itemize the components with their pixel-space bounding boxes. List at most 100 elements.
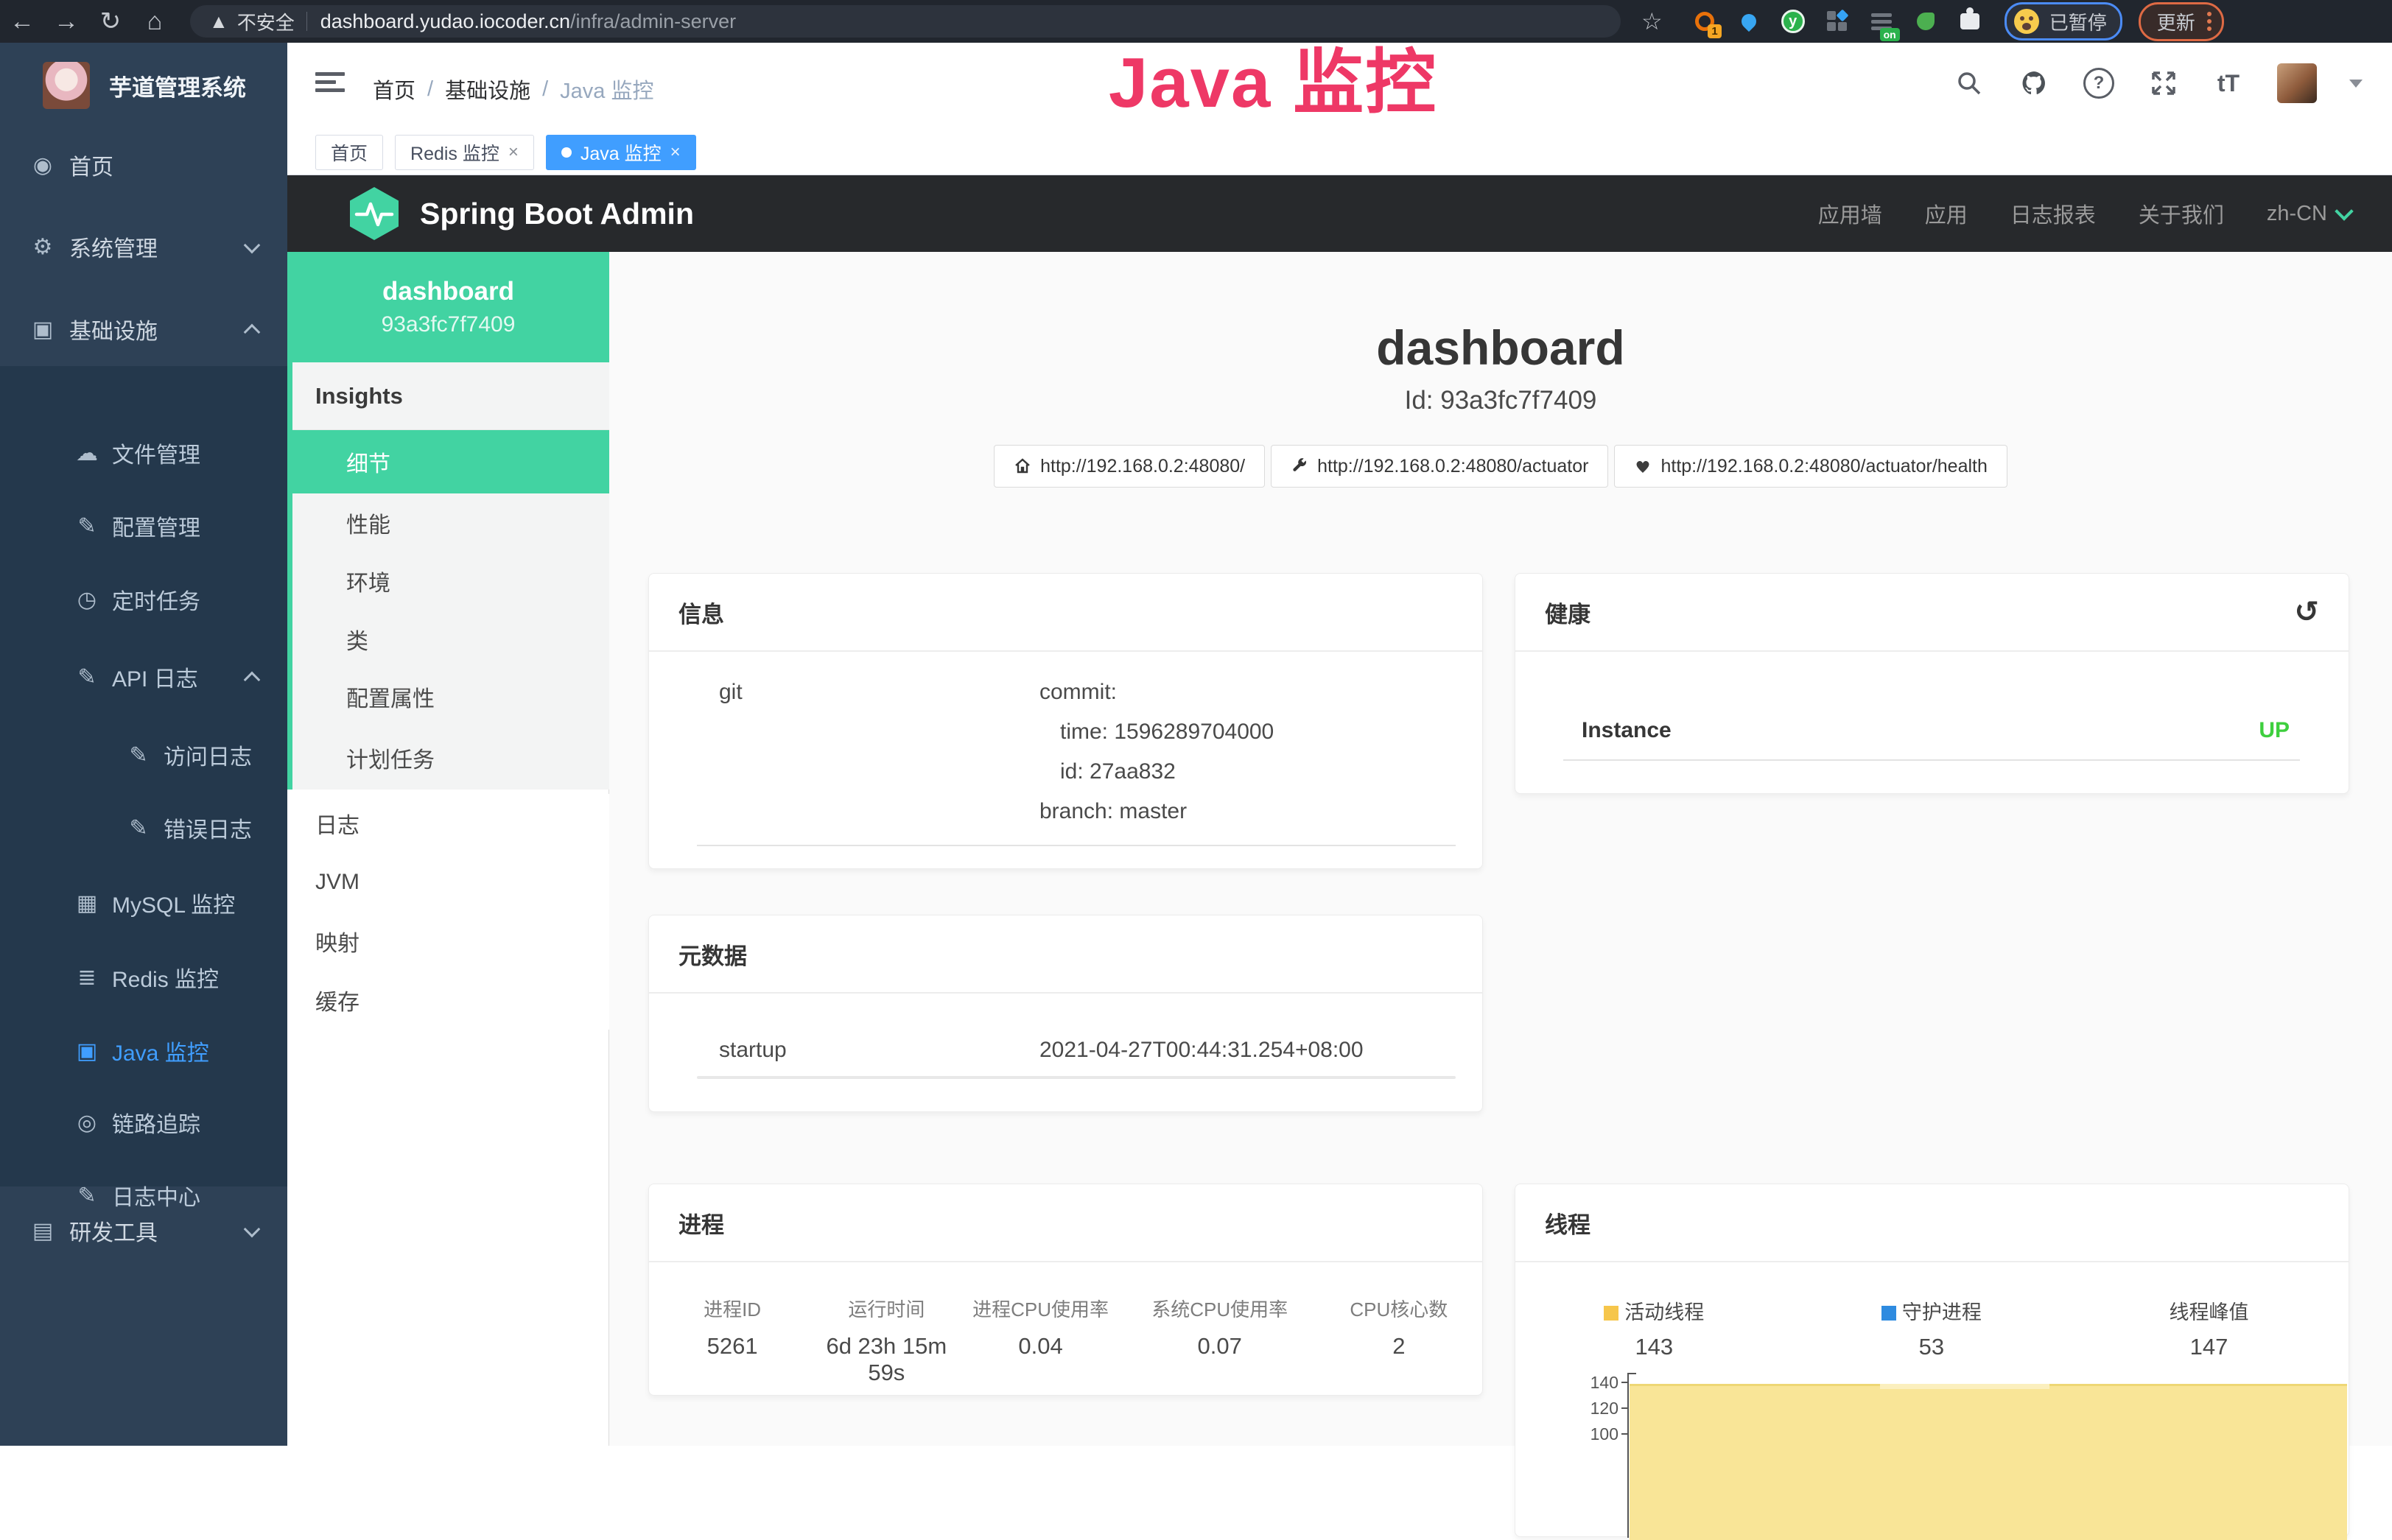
sidebar-item-error-logs[interactable]: ✎ 错误日志 (0, 806, 287, 850)
chevron-up-icon (244, 324, 261, 341)
app-logo[interactable]: 芋道管理系统 (43, 62, 246, 109)
subnav-item-logs[interactable]: 日志 (287, 794, 609, 853)
subnav-item-metrics[interactable]: 性能 (287, 493, 609, 552)
sidebar-item-access-logs[interactable]: ✎ 访问日志 (0, 733, 287, 777)
sba-nav-wallboard[interactable]: 应用墙 (1818, 198, 1882, 229)
sidebar-item-config-mgmt[interactable]: ✎ 配置管理 (0, 504, 287, 548)
chevron-down-icon (244, 237, 261, 254)
fullscreen-icon[interactable] (2147, 67, 2180, 99)
extension-colorzilla-icon[interactable]: 1 (1692, 9, 1717, 34)
breadcrumb-current: Java 监控 (560, 74, 653, 105)
heartbeat-icon (1634, 457, 1652, 475)
extension-switch-icon[interactable]: on (1869, 9, 1894, 34)
service-url-button[interactable]: http://192.168.0.2:48080/ (994, 445, 1265, 488)
subnav-item-environment[interactable]: 环境 (287, 552, 609, 610)
subnav-item-classes[interactable]: 类 (287, 610, 609, 668)
metadata-card-title: 元数据 (678, 938, 747, 971)
subnav-item-mappings[interactable]: 映射 (287, 912, 609, 971)
avatar[interactable] (2277, 63, 2317, 103)
col-cores: CPU核心数 (1316, 1295, 1482, 1322)
extension-green-y-icon[interactable]: y (1781, 9, 1806, 34)
close-icon[interactable]: × (670, 142, 681, 163)
hamburger-icon[interactable] (315, 72, 345, 99)
sidebar-item-file-mgmt[interactable]: ☁ 文件管理 (0, 431, 287, 475)
legend-daemon: 守护进程 (1793, 1296, 2071, 1325)
monitor-icon: ▣ (71, 1038, 103, 1064)
search-icon[interactable] (1953, 67, 1985, 99)
tab-home[interactable]: 首页 (315, 135, 383, 170)
sidebar-item-scheduled-tasks[interactable]: ◷ 定时任务 (0, 577, 287, 622)
url-path: /infra/admin-server (570, 10, 736, 33)
sidebar-item-infra[interactable]: ▣ 基础设施 (0, 307, 287, 351)
legend-live: 活动线程 (1515, 1296, 1793, 1325)
update-label: 更新 (2157, 8, 2195, 35)
tab-redis-monitor[interactable]: Redis 监控 × (395, 135, 534, 170)
edit-icon: ✎ (71, 513, 103, 539)
sidebar-item-system[interactable]: ⚙ 系统管理 (0, 225, 287, 269)
subnav-item-details[interactable]: 细节 (287, 430, 609, 493)
security-label: 不安全 (237, 8, 295, 35)
avatar-caret-icon[interactable] (2349, 80, 2363, 88)
sba-navbar: Spring Boot Admin 应用墙 应用 日志报表 关于我们 zh-CN (287, 175, 2392, 252)
breadcrumb: 首页 / 基础设施 / Java 监控 (373, 74, 653, 105)
git-commit-line: commit: (1039, 680, 1117, 705)
active-group-indicator (287, 252, 292, 790)
sidebar-item-mysql-monitor[interactable]: ▦ MySQL 监控 (0, 881, 287, 925)
home-icon[interactable]: ⌂ (133, 7, 177, 36)
gear-icon: ⚙ (27, 234, 59, 260)
browser-menu-icon[interactable] (2207, 12, 2212, 31)
extension-pin-icon[interactable] (1736, 9, 1761, 34)
sidebar-item-redis-monitor[interactable]: ≣ Redis 监控 (0, 955, 287, 999)
github-icon[interactable] (2018, 67, 2050, 99)
timer-icon: ◷ (71, 587, 103, 613)
sidebar-item-dev-tools[interactable]: ▤ 研发工具 (0, 1209, 287, 1253)
sidebar-item-tracing[interactable]: ◎ 链路追踪 (0, 1100, 287, 1145)
val-pid: 5261 (649, 1333, 816, 1386)
subnav-item-config-props[interactable]: 配置属性 (287, 667, 609, 725)
breadcrumb-infra[interactable]: 基础设施 (445, 74, 530, 105)
health-url-button[interactable]: http://192.168.0.2:48080/actuator/health (1614, 445, 2007, 488)
sba-nav-applications[interactable]: 应用 (1925, 198, 1968, 229)
extensions-puzzle-icon[interactable] (1957, 9, 1982, 34)
sba-brand[interactable]: Spring Boot Admin (420, 197, 694, 231)
app-title: 芋道管理系统 (109, 69, 246, 102)
extension-on-badge: on (1880, 28, 1900, 41)
instance-header[interactable]: dashboard 93a3fc7f7409 (287, 252, 609, 362)
sba-nav-about[interactable]: 关于我们 (2139, 198, 2224, 229)
emoji-face-icon (2013, 7, 2041, 35)
chevron-up-icon (244, 672, 261, 689)
annotation-java-monitor: Java 监控 (1081, 25, 1465, 127)
extension-grid-icon[interactable] (1825, 9, 1850, 34)
tab-java-monitor[interactable]: Java 监控 × (546, 135, 696, 170)
actuator-url-button[interactable]: http://192.168.0.2:48080/actuator (1271, 445, 1608, 488)
back-icon[interactable]: ← (0, 7, 44, 36)
help-icon[interactable]: ? (2083, 67, 2115, 99)
legend-daemon-swatch (1881, 1306, 1896, 1321)
forward-icon[interactable]: → (44, 7, 88, 36)
close-icon[interactable]: × (508, 142, 519, 163)
bookmark-star-icon[interactable]: ☆ (1641, 7, 1663, 35)
sba-nav-journal[interactable]: 日志报表 (2010, 198, 2096, 229)
font-size-icon[interactable]: tT (2212, 67, 2245, 99)
instance-id: 93a3fc7f7409 (382, 312, 516, 337)
subnav-item-caches[interactable]: 缓存 (287, 971, 609, 1030)
history-icon[interactable]: ↺ (2294, 597, 2319, 627)
row-divider (697, 845, 1456, 846)
sba-logo-icon[interactable] (348, 185, 401, 242)
browser-update-button[interactable]: 更新 (2139, 2, 2224, 41)
sba-language-select[interactable]: zh-CN (2267, 202, 2351, 226)
reload-icon[interactable]: ↻ (88, 7, 133, 36)
sidebar-item-api-logs[interactable]: ✎ API 日志 (0, 655, 287, 699)
subnav-item-scheduled[interactable]: 计划任务 (287, 725, 609, 790)
breadcrumb-home[interactable]: 首页 (373, 74, 415, 105)
subnav-item-jvm[interactable]: JVM (287, 853, 609, 912)
threads-card: 线程 活动线程 守护进程 线程峰值 143 53 147 140 120 100 (1515, 1184, 2349, 1537)
health-card-title: 健康 (1545, 596, 1590, 629)
process-card-title: 进程 (678, 1206, 724, 1240)
sidebar-item-home[interactable]: ◉ 首页 (0, 143, 287, 187)
git-branch-line: branch: master (1039, 799, 1187, 824)
extension-leaf-icon[interactable] (1913, 9, 1938, 34)
process-card: 进程 进程ID 运行时间 进程CPU使用率 系统CPU使用率 CPU核心数 52… (648, 1184, 1483, 1396)
profile-paused-badge[interactable]: 已暂停 (2005, 2, 2122, 41)
sidebar-item-java-monitor[interactable]: ▣ Java 监控 (0, 1029, 287, 1073)
